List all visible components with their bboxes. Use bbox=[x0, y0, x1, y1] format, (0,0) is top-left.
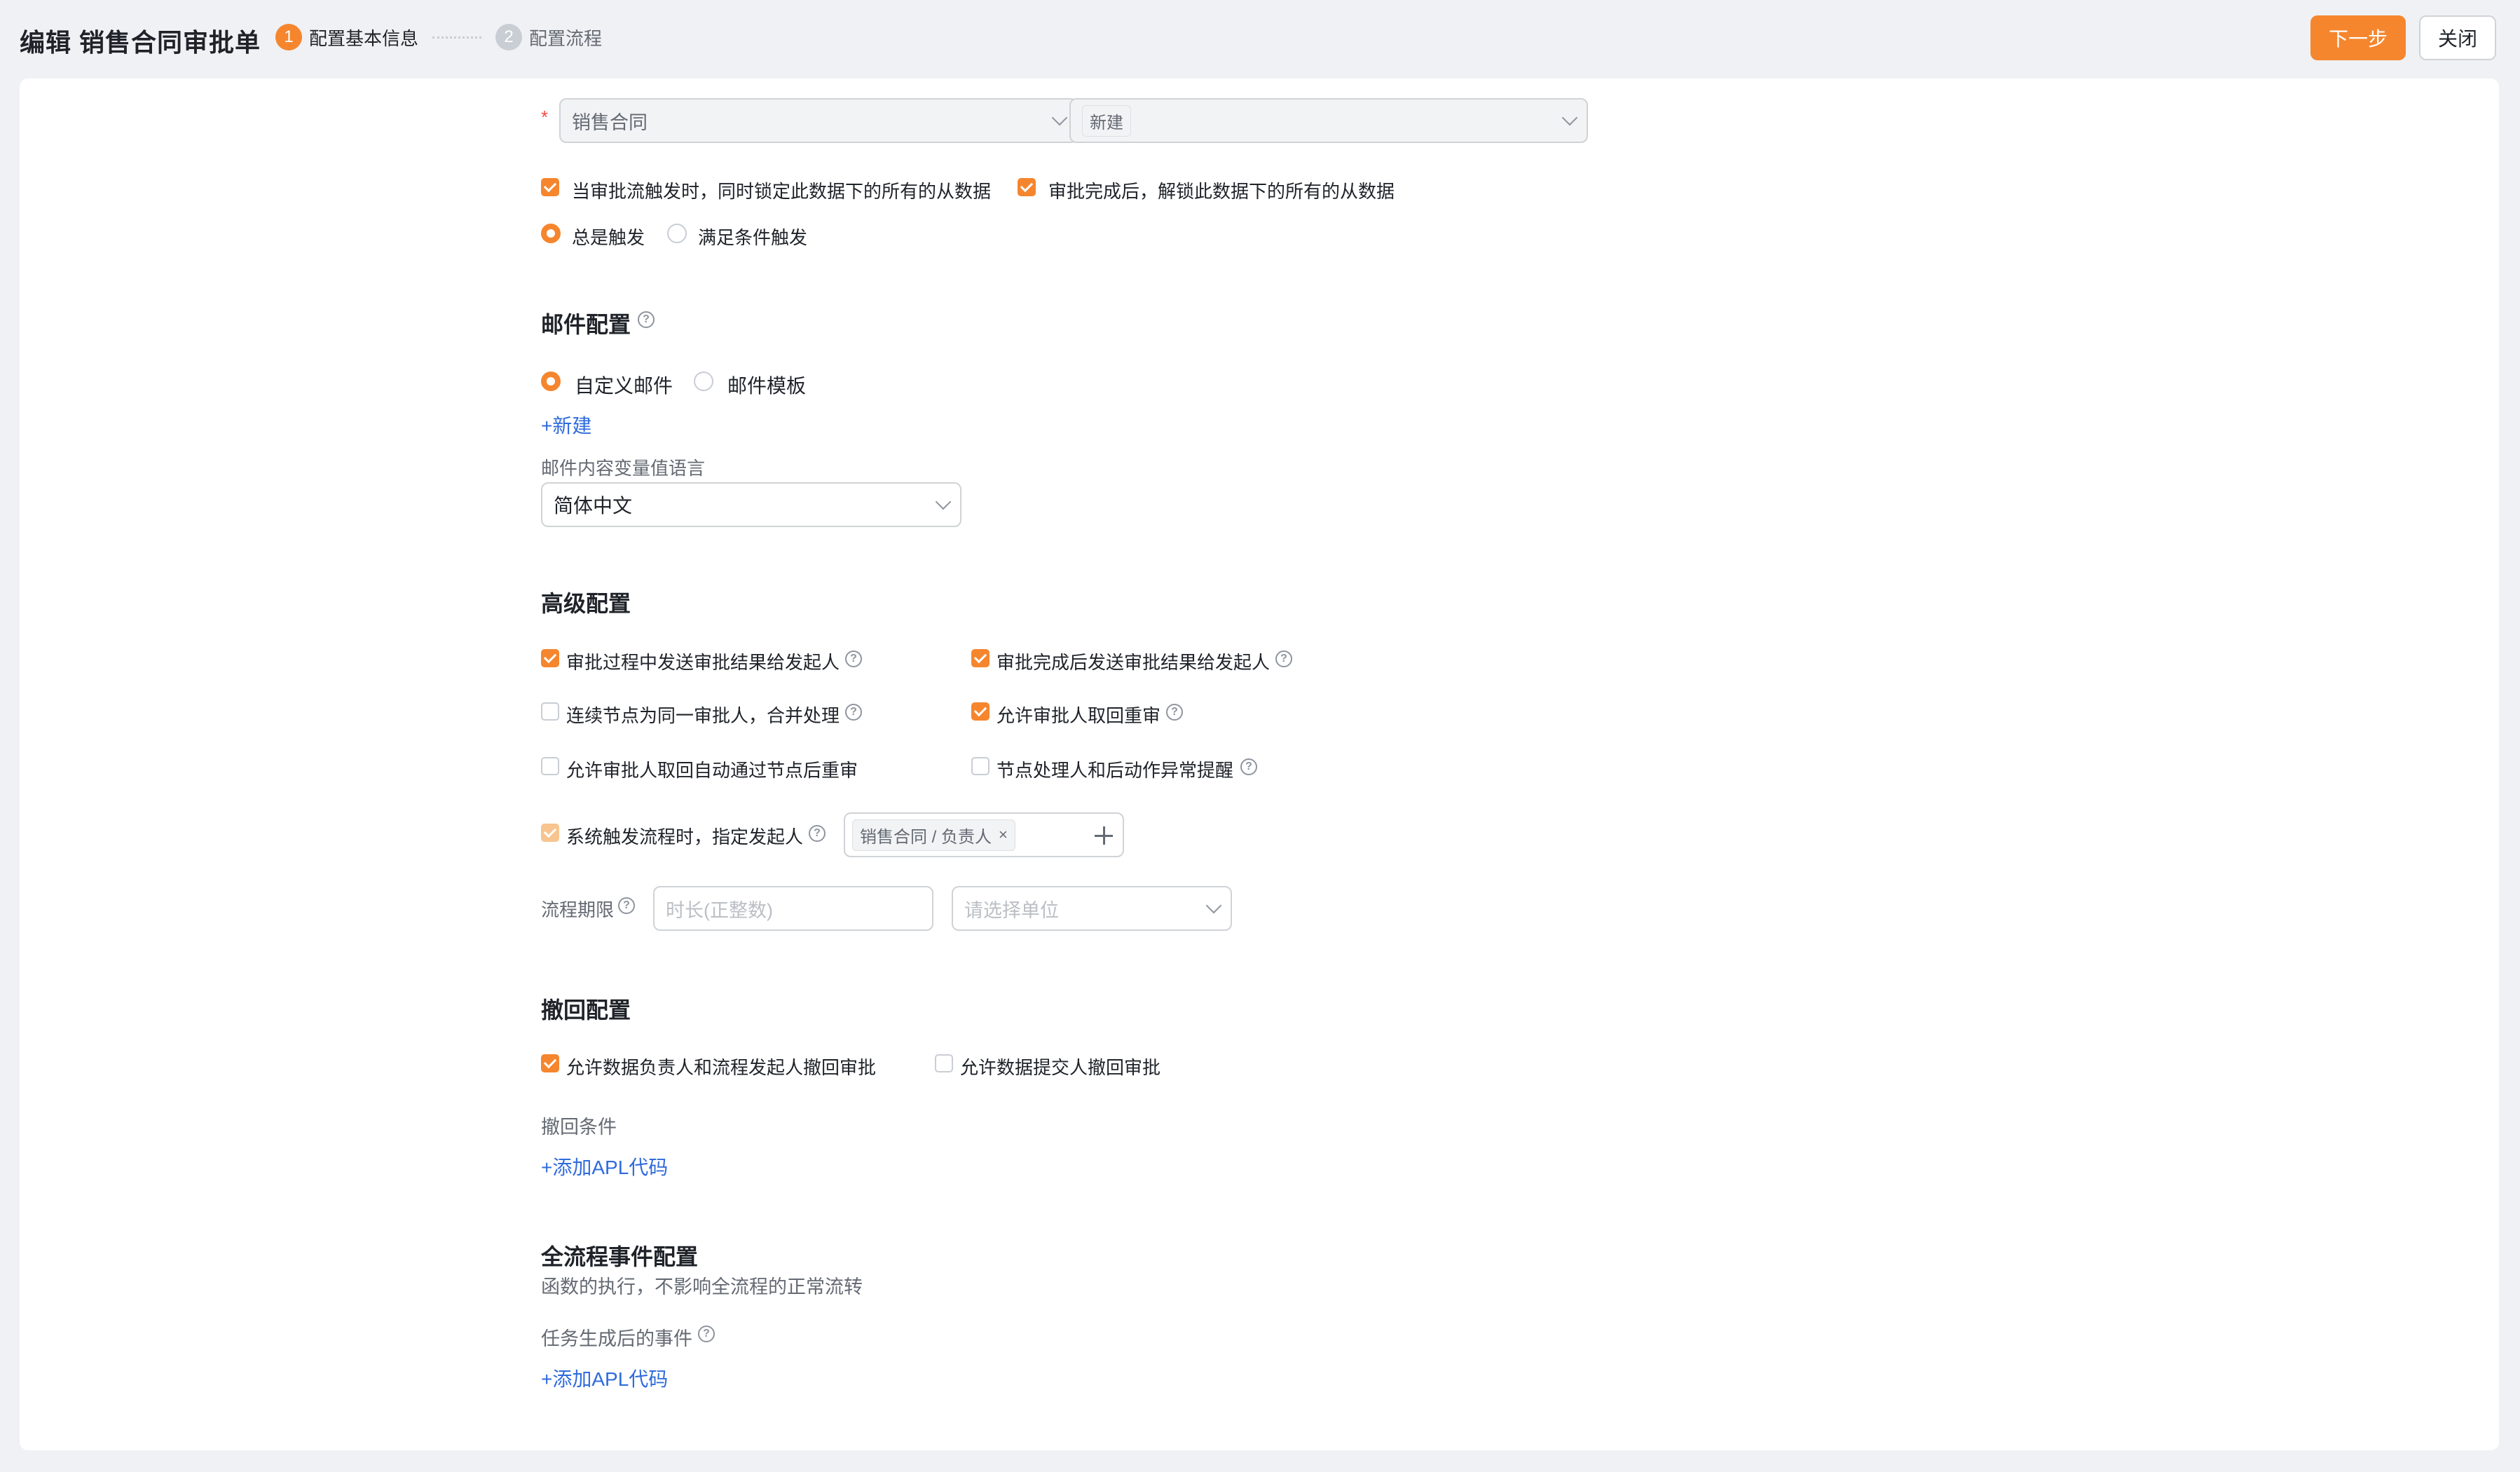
close-button[interactable]: 关闭 bbox=[2419, 15, 2496, 60]
unlock-option-label: 审批完成后，解锁此数据下的所有的从数据 bbox=[1048, 181, 1395, 202]
allow-submitter-revoke-label: 允许数据提交人撤回审批 bbox=[960, 1057, 1161, 1078]
radio-mail-template-label: 邮件模板 bbox=[727, 375, 807, 397]
send-after-checkbox[interactable] bbox=[971, 649, 989, 667]
lock-option-label: 当审批流触发时，同时锁定此数据下的所有的从数据 bbox=[572, 181, 992, 202]
plus-icon[interactable] bbox=[1095, 826, 1113, 845]
allow-recall-auto-label: 允许审批人取回自动通过节点后重审 bbox=[566, 760, 858, 781]
help-icon[interactable]: ? bbox=[618, 897, 635, 914]
object-select-value: 销售合同 bbox=[572, 111, 648, 133]
help-icon[interactable]: ? bbox=[698, 1326, 715, 1342]
required-mark: * bbox=[541, 107, 549, 128]
allow-submitter-revoke-checkbox[interactable] bbox=[935, 1054, 953, 1072]
allow-recall-checkbox[interactable] bbox=[971, 702, 989, 721]
page-title: 编辑 销售合同审批单 bbox=[20, 28, 261, 57]
chevron-down-icon bbox=[935, 493, 952, 510]
help-icon[interactable]: ? bbox=[1275, 650, 1292, 667]
revoke-condition-label: 撤回条件 bbox=[541, 1117, 617, 1138]
step-number-1: 1 bbox=[275, 24, 302, 50]
initiator-tag: 销售合同 / 负责人 × bbox=[852, 819, 1015, 851]
action-tag: 新建 bbox=[1082, 104, 1131, 137]
deadline-label: 流程期限 bbox=[541, 899, 615, 920]
add-apl-task-link[interactable]: +添加APL代码 bbox=[541, 1364, 668, 1392]
system-trigger-label: 系统触发流程时，指定发起人 bbox=[566, 826, 804, 847]
initiator-picker[interactable]: 销售合同 / 负责人 × bbox=[844, 812, 1124, 857]
help-icon[interactable]: ? bbox=[1166, 704, 1183, 721]
allow-recall-auto-checkbox[interactable] bbox=[541, 757, 559, 775]
new-mail-link[interactable]: +新建 bbox=[541, 411, 591, 439]
send-after-label: 审批完成后发送审批结果给发起人 bbox=[997, 652, 1271, 673]
events-subtitle: 函数的执行，不影响全流程的正常流转 bbox=[541, 1276, 863, 1297]
help-icon[interactable]: ? bbox=[638, 311, 655, 328]
send-during-label: 审批过程中发送审批结果给发起人 bbox=[566, 652, 840, 673]
task-event-label: 任务生成后的事件 bbox=[541, 1328, 692, 1349]
form-panel: * 销售合同 新建 当审批流触发时，同时锁定此数据下的所有的从数据 审批完成后，… bbox=[20, 79, 2499, 1450]
radio-always-label: 总是触发 bbox=[572, 227, 645, 248]
add-apl-revoke-link[interactable]: +添加APL代码 bbox=[541, 1152, 668, 1180]
radio-conditional-label: 满足条件触发 bbox=[698, 227, 808, 248]
top-bar: 编辑 销售合同审批单 1 配置基本信息 2 配置流程 下一步 关闭 bbox=[0, 0, 2520, 77]
chevron-down-icon bbox=[1561, 109, 1578, 126]
next-step-button[interactable]: 下一步 bbox=[2310, 15, 2406, 60]
allow-owner-revoke-label: 允许数据负责人和流程发起人撤回审批 bbox=[566, 1057, 877, 1078]
help-icon[interactable]: ? bbox=[1240, 758, 1257, 775]
radio-mail-template[interactable] bbox=[694, 372, 713, 391]
duration-input[interactable]: 时长(正整数) bbox=[653, 886, 933, 931]
unlock-checkbox[interactable] bbox=[1018, 178, 1036, 196]
mail-section-title: 邮件配置 bbox=[541, 312, 631, 337]
revoke-section-title: 撤回配置 bbox=[541, 997, 631, 1023]
step-number-2: 2 bbox=[495, 24, 523, 50]
help-icon[interactable]: ? bbox=[845, 704, 862, 721]
mail-language-value: 简体中文 bbox=[554, 495, 633, 517]
close-icon[interactable]: × bbox=[999, 826, 1008, 844]
unit-select[interactable]: 请选择单位 bbox=[952, 886, 1232, 931]
send-during-checkbox[interactable] bbox=[541, 649, 559, 667]
action-select[interactable]: 新建 bbox=[1069, 98, 1588, 143]
step-label-1: 配置基本信息 bbox=[309, 27, 419, 49]
step-indicator: 1 配置基本信息 2 配置流程 bbox=[275, 24, 602, 50]
merge-same-label: 连续节点为同一审批人，合并处理 bbox=[566, 705, 840, 726]
node-alert-checkbox[interactable] bbox=[971, 757, 989, 775]
system-trigger-checkbox[interactable] bbox=[541, 824, 559, 842]
radio-custom-mail-label: 自定义邮件 bbox=[575, 375, 673, 397]
step-label-2: 配置流程 bbox=[529, 27, 603, 49]
radio-conditional-trigger[interactable] bbox=[667, 224, 687, 243]
unit-placeholder: 请选择单位 bbox=[964, 899, 1059, 921]
help-icon[interactable]: ? bbox=[809, 825, 826, 842]
radio-always-trigger[interactable] bbox=[541, 224, 561, 243]
advanced-section-title: 高级配置 bbox=[541, 591, 631, 616]
duration-placeholder: 时长(正整数) bbox=[666, 899, 773, 921]
mail-language-select[interactable]: 简体中文 bbox=[541, 482, 961, 527]
allow-owner-revoke-checkbox[interactable] bbox=[541, 1054, 559, 1072]
events-section-title: 全流程事件配置 bbox=[541, 1244, 699, 1269]
merge-same-checkbox[interactable] bbox=[541, 702, 559, 721]
step-connector bbox=[432, 36, 482, 39]
chevron-down-icon bbox=[1205, 897, 1222, 914]
lock-checkbox[interactable] bbox=[541, 178, 559, 196]
radio-custom-mail[interactable] bbox=[541, 372, 561, 391]
step-basic-info[interactable]: 1 配置基本信息 bbox=[275, 24, 418, 50]
step-flow[interactable]: 2 配置流程 bbox=[495, 24, 602, 50]
node-alert-label: 节点处理人和后动作异常提醒 bbox=[997, 760, 1234, 781]
allow-recall-label: 允许审批人取回重审 bbox=[997, 705, 1161, 726]
mail-language-label: 邮件内容变量值语言 bbox=[541, 458, 706, 479]
help-icon[interactable]: ? bbox=[845, 650, 862, 667]
chevron-down-icon bbox=[1051, 109, 1068, 126]
object-select[interactable]: 销售合同 bbox=[559, 98, 1078, 143]
initiator-tag-label: 销售合同 / 负责人 bbox=[860, 827, 992, 847]
